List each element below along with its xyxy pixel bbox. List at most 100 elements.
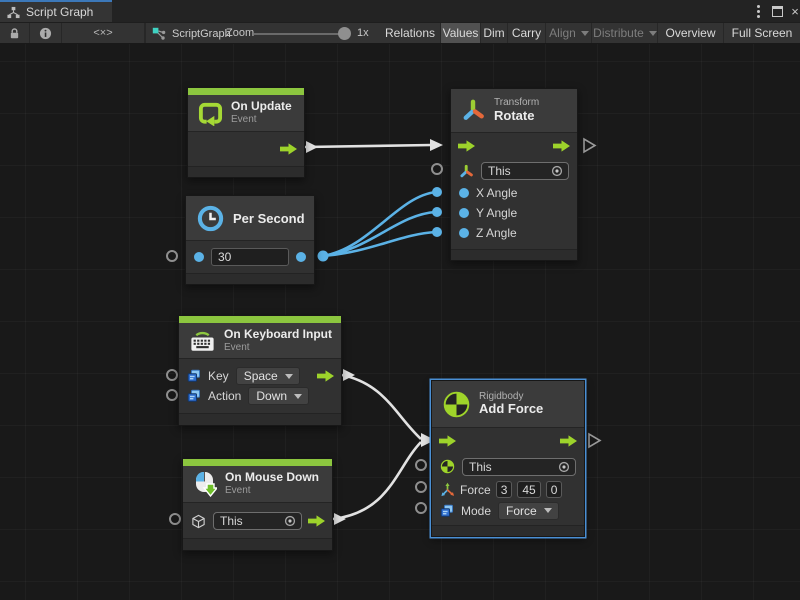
- force-y-field[interactable]: 45: [517, 481, 540, 498]
- addforce-flow-out-triangle-icon[interactable]: [589, 434, 600, 447]
- keyboard-action-port-ring[interactable]: [166, 389, 178, 401]
- mouse-this-port-ring[interactable]: [169, 513, 181, 525]
- node-title: Add Force: [479, 402, 543, 417]
- force-z-field[interactable]: 0: [546, 481, 563, 498]
- node-subtitle: Event: [224, 342, 332, 354]
- persecond-value: 30: [218, 250, 231, 264]
- graph-canvas[interactable]: On Update Event Tra: [0, 44, 800, 600]
- hierarchy-icon: [7, 6, 20, 19]
- object-picker-icon[interactable]: [284, 515, 296, 527]
- window-close-button[interactable]: ×: [785, 0, 800, 22]
- wire-mouse-to-addforce[interactable]: [333, 442, 421, 519]
- window-menu-button[interactable]: [748, 0, 768, 22]
- persecond-input-port-ring[interactable]: [166, 250, 178, 262]
- window-tab-bar: Script Graph ×: [0, 0, 800, 22]
- update-loop-icon: [198, 101, 223, 126]
- zoom-label: Zoom: [226, 27, 254, 39]
- node-title: On Keyboard Input: [224, 328, 332, 342]
- flow-input-port[interactable]: [439, 435, 456, 447]
- chevron-down-icon: [294, 394, 302, 399]
- code-preview-button[interactable]: <×>: [62, 23, 145, 43]
- addforce-this-field[interactable]: This: [462, 458, 576, 476]
- gameobject-cube-icon: [191, 514, 206, 529]
- rotate-flow-out-triangle-icon[interactable]: [584, 139, 595, 152]
- force-x-field[interactable]: 3: [496, 481, 513, 498]
- distribute-dropdown[interactable]: Distribute: [592, 23, 658, 43]
- toolbar-separator: [145, 23, 146, 43]
- zangle-port-dot[interactable]: [459, 228, 469, 238]
- wire-keyboard-to-addforce[interactable]: [342, 375, 421, 439]
- relations-toggle[interactable]: Relations: [380, 23, 441, 43]
- wire-persecond-to-xangle[interactable]: [323, 192, 436, 256]
- node-on-keyboard-input[interactable]: On Keyboard Input Event Key Space: [178, 315, 342, 426]
- node-subtitle: Event: [231, 114, 292, 126]
- tab-script-graph[interactable]: Script Graph: [0, 0, 112, 22]
- addforce-this-port-ring[interactable]: [415, 459, 427, 471]
- wire-onupdate-to-rotate[interactable]: [305, 145, 432, 147]
- event-strip: [179, 316, 341, 323]
- code-icon: <×>: [93, 27, 112, 39]
- flow-output-port[interactable]: [280, 143, 297, 155]
- addforce-force-port-ring[interactable]: [415, 481, 427, 493]
- values-toggle[interactable]: Values: [441, 23, 481, 43]
- kebab-menu-icon: [757, 10, 760, 13]
- flow-output-port[interactable]: [553, 140, 570, 152]
- persecond-output-dot[interactable]: [296, 252, 306, 262]
- zoom-slider-handle[interactable]: [338, 27, 351, 40]
- mouse-down-icon: [193, 471, 217, 497]
- node-footer: [183, 538, 332, 550]
- action-dropdown[interactable]: Down: [248, 387, 309, 405]
- mode-dropdown[interactable]: Force: [498, 502, 559, 520]
- dim-toggle[interactable]: Dim: [481, 23, 508, 43]
- persecond-input-dot[interactable]: [194, 252, 204, 262]
- persecond-value-field[interactable]: 30: [211, 248, 289, 266]
- rotate-this-field[interactable]: This: [481, 162, 569, 180]
- key-dropdown[interactable]: Space: [236, 367, 300, 385]
- zoom-slider-track[interactable]: [253, 33, 348, 35]
- tab-title: Script Graph: [26, 5, 93, 19]
- graph-toolbar: <×> ScriptGraph Zoom 1x Relations Values…: [0, 22, 800, 44]
- vector3-icon: [440, 482, 455, 497]
- chevron-down-icon: [544, 508, 552, 513]
- lock-button[interactable]: [0, 23, 30, 43]
- transform-mini-icon: [459, 164, 474, 179]
- wire-source-dot-icon: [318, 251, 329, 262]
- node-footer: [432, 525, 584, 536]
- flow-output-port[interactable]: [308, 515, 325, 527]
- addforce-mode-port-ring[interactable]: [415, 502, 427, 514]
- flow-output-port[interactable]: [317, 370, 334, 382]
- overview-button[interactable]: Overview: [658, 23, 724, 43]
- graph-asset-selector[interactable]: ScriptGraph: [152, 23, 231, 45]
- xangle-port-dot[interactable]: [459, 188, 469, 198]
- flow-output-port[interactable]: [560, 435, 577, 447]
- wire-end-dot-icon: [432, 187, 442, 197]
- object-picker-icon[interactable]: [551, 165, 563, 177]
- node-on-mouse-down[interactable]: On Mouse Down Event This: [182, 458, 333, 551]
- fullscreen-button[interactable]: Full Screen: [724, 23, 800, 43]
- node-subtitle: Event: [225, 485, 319, 497]
- keyboard-icon: [189, 329, 216, 353]
- node-add-force[interactable]: Rigidbody Add Force: [431, 380, 585, 537]
- node-on-update[interactable]: On Update Event: [187, 87, 305, 178]
- yangle-port-dot[interactable]: [459, 208, 469, 218]
- force-label: Force: [460, 483, 491, 497]
- maximize-icon: [772, 6, 783, 17]
- info-button[interactable]: [30, 23, 62, 43]
- node-per-second[interactable]: Per Second 30: [185, 195, 315, 285]
- node-rotate[interactable]: Transform Rotate: [450, 88, 578, 261]
- object-picker-icon[interactable]: [558, 461, 570, 473]
- this-value: This: [488, 164, 511, 178]
- window-maximize-button[interactable]: [767, 0, 787, 22]
- mouse-this-field[interactable]: This: [213, 512, 302, 530]
- this-value: This: [469, 460, 492, 474]
- this-value: This: [220, 514, 243, 528]
- wire-end-arrow-icon: [430, 139, 443, 151]
- rotate-this-port-ring[interactable]: [431, 163, 443, 175]
- node-title: Per Second: [233, 211, 305, 226]
- flow-input-port[interactable]: [458, 140, 475, 152]
- keyboard-key-port-ring[interactable]: [166, 369, 178, 381]
- enum-icon: [187, 369, 201, 383]
- mode-label: Mode: [461, 504, 491, 518]
- graph-asset-label: ScriptGraph: [172, 28, 231, 40]
- wire-end-dot-icon: [432, 227, 442, 237]
